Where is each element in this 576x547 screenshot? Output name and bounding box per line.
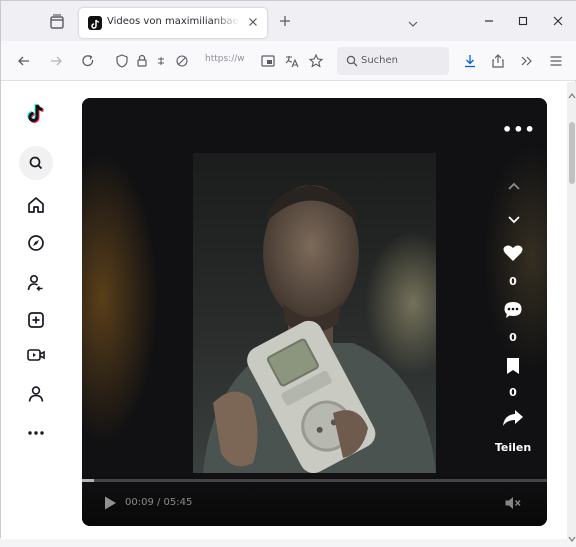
translate-icon[interactable] <box>283 52 301 70</box>
tiktok-favicon-icon <box>88 16 102 30</box>
side-navigation <box>17 82 57 539</box>
hamburger-menu-icon[interactable] <box>547 52 565 70</box>
minimize-icon[interactable] <box>481 13 497 29</box>
like-count: 0 <box>509 275 517 288</box>
reload-icon[interactable] <box>79 52 97 70</box>
share-page-icon[interactable] <box>489 52 507 70</box>
more-dots-icon[interactable] <box>25 422 47 444</box>
comment-count: 0 <box>509 331 517 344</box>
chevron-down-icon[interactable] <box>407 15 419 27</box>
live-video-icon[interactable] <box>25 344 47 366</box>
search-icon[interactable] <box>25 152 47 174</box>
address-bar[interactable]: https://w <box>109 47 329 75</box>
browser-window: Videos von maximilianbaehring <box>0 0 576 542</box>
following-users-icon[interactable] <box>25 272 47 294</box>
search-field[interactable]: Suchen <box>337 47 449 75</box>
video-controls: 00:09 / 05:45 <box>82 473 547 526</box>
home-icon[interactable] <box>25 194 47 216</box>
tab-title: Videos von maximilianbaehring <box>107 16 239 27</box>
upload-plus-icon[interactable] <box>25 309 47 331</box>
downloads-icon[interactable] <box>461 52 479 70</box>
overflow-chevrons-icon[interactable] <box>517 52 535 70</box>
chevron-up-icon[interactable] <box>506 178 522 197</box>
scroll-thumb[interactable] <box>569 122 575 184</box>
active-tab[interactable]: Videos von maximilianbaehring <box>79 8 267 38</box>
bookmark-star-icon[interactable] <box>307 52 325 70</box>
video-frame[interactable] <box>193 153 436 473</box>
url-text[interactable]: https://w <box>205 54 255 64</box>
play-icon[interactable] <box>102 495 118 511</box>
share-arrow-icon[interactable] <box>501 408 525 432</box>
scroll-down-icon[interactable] <box>568 528 576 542</box>
close-window-icon[interactable] <box>550 13 566 29</box>
scroll-up-icon[interactable] <box>568 85 576 99</box>
bookmark-icon[interactable] <box>504 356 522 380</box>
list-all-tabs-icon[interactable] <box>47 12 67 32</box>
comment-bubble-icon[interactable] <box>502 299 524 325</box>
lock-icon[interactable] <box>133 52 151 70</box>
close-tab-icon[interactable] <box>245 14 261 30</box>
search-placeholder: Suchen <box>361 55 399 66</box>
explore-compass-icon[interactable] <box>25 232 47 254</box>
muted-speaker-icon[interactable] <box>504 495 522 511</box>
tiktok-logo-icon[interactable] <box>25 102 47 124</box>
bookmark-count: 0 <box>509 386 517 399</box>
video-still-person-holding-energy-meter <box>203 185 436 473</box>
shield-icon[interactable] <box>113 52 131 70</box>
maximize-icon[interactable] <box>515 13 531 29</box>
page-content: ••• 0 0 0 Teilen 00:09 / 05:45 <box>1 82 567 539</box>
chevron-down-icon[interactable] <box>506 210 522 229</box>
page-scrollbar[interactable] <box>567 82 576 542</box>
progress-fill <box>82 479 95 482</box>
progress-bar[interactable] <box>82 479 547 482</box>
like-heart-icon[interactable] <box>502 243 524 267</box>
playback-time: 00:09 / 05:45 <box>125 497 193 508</box>
new-tab-icon[interactable] <box>277 13 293 29</box>
forward-arrow-icon[interactable] <box>47 52 65 70</box>
profile-icon[interactable] <box>25 383 47 405</box>
share-label: Teilen <box>494 441 532 454</box>
picture-in-picture-icon[interactable] <box>259 52 277 70</box>
navigation-toolbar: https://w Suchen <box>1 41 576 81</box>
more-options-icon[interactable]: ••• <box>502 120 536 139</box>
autoplay-blocked-icon[interactable] <box>173 52 191 70</box>
tab-strip: Videos von maximilianbaehring <box>1 1 576 41</box>
back-arrow-icon[interactable] <box>15 52 33 70</box>
search-icon <box>343 52 361 70</box>
permissions-icon[interactable] <box>155 52 173 70</box>
video-player[interactable]: ••• 0 0 0 Teilen 00:09 / 05:45 <box>82 98 547 526</box>
